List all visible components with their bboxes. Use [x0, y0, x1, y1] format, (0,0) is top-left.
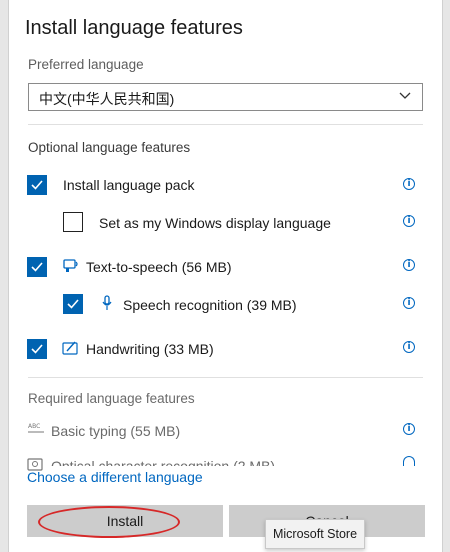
preferred-language-dropdown[interactable]: 中文(中华人民共和国)	[28, 83, 423, 111]
basic-typing-label: Basic typing (55 MB)	[51, 423, 181, 439]
svg-text:ABC: ABC	[28, 423, 40, 430]
chevron-down-icon	[399, 92, 411, 99]
required-features-label: Required language features	[28, 391, 195, 406]
abc-keyboard-icon: ABC	[28, 423, 44, 433]
handwriting-checkbox[interactable]	[27, 339, 47, 359]
info-icon[interactable]: i	[403, 259, 415, 271]
info-icon[interactable]: i	[403, 341, 415, 353]
microphone-icon	[102, 295, 112, 310]
text-to-speech-label: Text-to-speech (56 MB)	[86, 259, 232, 275]
info-icon[interactable]: i	[403, 297, 415, 309]
display-language-checkbox[interactable]	[63, 212, 83, 232]
checkmark-icon	[31, 180, 43, 190]
checkmark-icon	[67, 299, 79, 309]
speech-icon	[63, 259, 78, 272]
display-language-label: Set as my Windows display language	[99, 215, 331, 231]
speech-recognition-checkbox[interactable]	[63, 294, 83, 314]
handwriting-label: Handwriting (33 MB)	[86, 341, 214, 357]
checkmark-icon	[31, 344, 43, 354]
preferred-language-value: 中文(中华人民共和国)	[39, 91, 175, 107]
speech-recognition-label: Speech recognition (39 MB)	[123, 297, 297, 313]
info-icon[interactable]: i	[403, 215, 415, 227]
install-language-features-dialog: Install language features Preferred lang…	[8, 0, 443, 552]
dialog-title: Install language features	[25, 17, 243, 39]
install-language-pack-label: Install language pack	[63, 177, 195, 193]
install-language-pack-checkbox[interactable]	[27, 175, 47, 195]
divider	[28, 377, 423, 378]
pen-icon	[62, 341, 78, 355]
info-icon[interactable]: i	[403, 178, 415, 190]
text-to-speech-checkbox[interactable]	[27, 257, 47, 277]
preferred-language-label: Preferred language	[28, 57, 144, 72]
ocr-label: Optical character recognition (2 MB)	[51, 458, 276, 466]
install-button[interactable]: Install	[27, 505, 223, 537]
microsoft-store-tooltip: Microsoft Store	[265, 519, 365, 549]
info-icon[interactable]	[403, 456, 415, 466]
choose-different-language-link[interactable]: Choose a different language	[27, 469, 203, 485]
info-icon[interactable]: i	[403, 423, 415, 435]
checkmark-icon	[31, 262, 43, 272]
optional-features-label: Optional language features	[28, 140, 191, 155]
divider	[28, 124, 423, 125]
